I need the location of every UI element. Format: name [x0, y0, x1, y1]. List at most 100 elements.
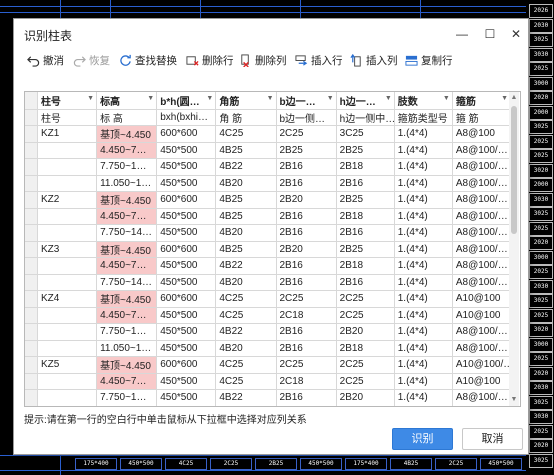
table-cell[interactable] [37, 373, 98, 390]
table-row[interactable]: 4.450~7… 450*500 4B25 2B25 2B25 1.(4*4) A8@100… [25, 142, 512, 159]
table-cell[interactable]: 450*500 [156, 158, 217, 176]
table-cell[interactable]: 4B25 [215, 241, 277, 258]
table-row[interactable]: KZ3 基顶~4.450 600*600 4B25 2B20 2B25 1.(4*4) A8@… [25, 241, 512, 258]
table-row[interactable]: 7.750~14… 450*500 4B20 2B16 2B16 1.(4*4) A8@10… [25, 274, 512, 291]
undo-button[interactable]: 撤消 [27, 50, 64, 70]
table-cell[interactable]: 1.(4*4) [394, 241, 453, 258]
table-row[interactable]: 4.450~7… 450*500 4B25 2B16 2B18 1.(4*4) A8@100… [25, 208, 512, 225]
subheader-cell[interactable]: h边一侧中… [336, 109, 395, 126]
row-header[interactable] [25, 191, 38, 209]
dropdown-arrow-icon[interactable]: ▼ [87, 95, 94, 102]
table-cell[interactable]: 450*500 [156, 274, 217, 291]
table-cell[interactable]: 4.450~7… [96, 142, 158, 159]
table-cell[interactable]: 4B22 [215, 323, 277, 341]
table-cell[interactable]: 1.(4*4) [394, 290, 453, 308]
redo-button[interactable]: 恢复 [73, 50, 110, 70]
table-cell[interactable]: 600*600 [156, 191, 217, 209]
table-cell[interactable]: 450*500 [156, 340, 217, 357]
column-header[interactable]: b边一… ▼ [276, 92, 337, 110]
table-cell[interactable]: 11.050~1… [96, 340, 158, 357]
table-cell[interactable]: 4B22 [215, 257, 277, 275]
column-header[interactable]: 角筋 ▼ [215, 92, 277, 110]
table-cell[interactable]: 2B20 [336, 389, 395, 406]
column-header[interactable]: b*h(圆… ▼ [156, 92, 217, 110]
table-cell[interactable]: 1.(4*4) [394, 125, 453, 143]
subheader-cell[interactable]: 柱号 [37, 109, 98, 126]
table-cell[interactable] [37, 158, 98, 176]
table-row[interactable]: KZ4 基顶~4.450 600*600 4C25 2C25 2C25 1.(4*4) A10… [25, 290, 512, 308]
table-cell[interactable]: 1.(4*4) [394, 175, 453, 192]
row-header[interactable] [25, 257, 38, 275]
table-cell[interactable]: KZ4 [37, 290, 98, 308]
table-cell[interactable] [37, 175, 98, 192]
table-row[interactable]: 4.450~7… 450*500 4C25 2C18 2C25 1.(4*4) A10@10… [25, 307, 512, 324]
table-cell[interactable]: 4B20 [215, 274, 277, 291]
row-header[interactable] [25, 142, 38, 159]
table-cell[interactable]: 2B20 [336, 323, 395, 341]
table-cell[interactable]: 2B16 [276, 274, 337, 291]
dropdown-arrow-icon[interactable]: ▼ [147, 95, 154, 102]
table-row[interactable]: KZ5 基顶~4.450 600*600 4C25 2C25 2C25 1.(4*4) A10… [25, 356, 512, 374]
table-cell[interactable]: 600*600 [156, 125, 217, 143]
table-cell[interactable]: 4B20 [215, 175, 277, 192]
table-cell[interactable] [37, 142, 98, 159]
table-cell[interactable]: 1.(4*4) [394, 191, 453, 209]
copy-row-button[interactable]: 复制行 [405, 50, 453, 70]
table-cell[interactable]: 600*600 [156, 241, 217, 258]
table-cell[interactable]: 7.750~1… [96, 158, 158, 176]
table-cell[interactable]: A8@100/… [452, 175, 512, 192]
table-cell[interactable]: 4B22 [215, 158, 277, 176]
row-header[interactable] [25, 323, 38, 341]
table-cell[interactable]: 2B18 [336, 257, 395, 275]
table-cell[interactable]: 450*500 [156, 307, 217, 324]
table-cell[interactable] [37, 307, 98, 324]
table-cell[interactable]: 基顶~4.450 [96, 191, 158, 209]
table-cell[interactable]: 2C25 [276, 125, 337, 143]
table-cell[interactable]: 2B16 [276, 208, 337, 225]
table-cell[interactable]: 4C25 [215, 125, 277, 143]
table-cell[interactable]: 2B16 [276, 340, 337, 357]
table-cell[interactable]: 1.(4*4) [394, 340, 453, 357]
table-cell[interactable]: 3C25 [336, 125, 395, 143]
table-row[interactable]: 11.050~1… 450*500 4B20 2B16 2B18 1.(4*4) A8@10… [25, 340, 512, 357]
table-cell[interactable]: 基顶~4.450 [96, 125, 158, 143]
dropdown-arrow-icon[interactable]: ▼ [206, 95, 213, 102]
table-cell[interactable]: 基顶~4.450 [96, 356, 158, 374]
table-cell[interactable] [37, 389, 98, 406]
table-cell[interactable]: 2C18 [276, 373, 337, 390]
row-header[interactable] [25, 373, 38, 390]
dropdown-arrow-icon[interactable]: ▼ [267, 95, 274, 102]
table-row[interactable]: 7.750~14… 450*500 4B20 2B16 2B16 1.(4*4) A8@10… [25, 224, 512, 242]
table-cell[interactable]: 4B25 [215, 142, 277, 159]
table-cell[interactable]: 1.(4*4) [394, 224, 453, 242]
table-cell[interactable]: 1.(4*4) [394, 307, 453, 324]
row-header[interactable] [25, 290, 38, 308]
row-header[interactable] [25, 241, 38, 258]
table-cell[interactable]: 2C25 [336, 307, 395, 324]
table-cell[interactable] [37, 340, 98, 357]
vertical-scrollbar[interactable]: ▲ ▼ [509, 92, 519, 406]
table-cell[interactable]: A10@100 [452, 373, 512, 390]
table-cell[interactable]: 4C25 [215, 290, 277, 308]
table-cell[interactable]: 2B16 [276, 257, 337, 275]
table-row[interactable]: 7.750~1… 450*500 4B22 2B16 2B18 1.(4*4) A8@100… [25, 158, 512, 176]
table-cell[interactable]: 2B20 [276, 241, 337, 258]
table-cell[interactable]: 2C25 [276, 290, 337, 308]
table-cell[interactable]: 2C25 [336, 373, 395, 390]
dropdown-arrow-icon[interactable]: ▼ [327, 95, 334, 102]
table-cell[interactable]: 2B16 [276, 158, 337, 176]
table-cell[interactable]: A8@100/… [452, 241, 512, 258]
row-header[interactable] [25, 356, 38, 374]
subheader-cell[interactable]: 角 筋 [215, 109, 277, 126]
table-cell[interactable]: 2C25 [336, 290, 395, 308]
insert-row-button[interactable]: 插入行 [295, 50, 343, 70]
row-header[interactable] [25, 340, 38, 357]
table-cell[interactable]: 2B25 [336, 191, 395, 209]
table-cell[interactable]: 7.750~14… [96, 224, 158, 242]
recognize-button[interactable]: 识别 [392, 428, 453, 450]
table-cell[interactable] [37, 208, 98, 225]
table-cell[interactable]: A8@100/… [452, 142, 512, 159]
table-cell[interactable]: 4.450~7… [96, 373, 158, 390]
table-cell[interactable]: 450*500 [156, 142, 217, 159]
table-cell[interactable]: 2B18 [336, 158, 395, 176]
